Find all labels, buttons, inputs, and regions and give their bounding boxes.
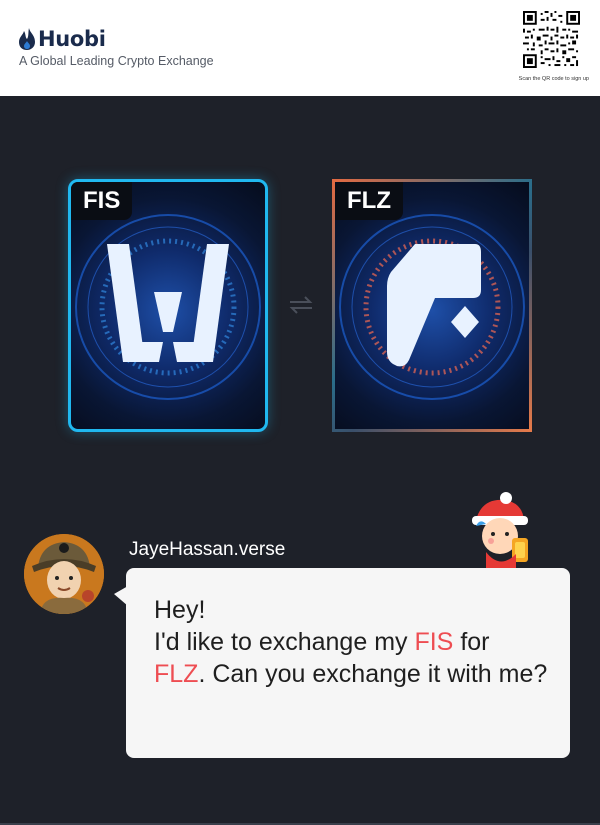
flz-token-card[interactable]: FLZ <box>332 179 532 432</box>
message-greeting: Hey! <box>154 596 206 624</box>
message-from-token: FIS <box>414 628 454 656</box>
fis-token-card[interactable]: FIS <box>68 179 268 432</box>
chat-message-bubble: Hey! I'd like to exchange my FIS for FLZ… <box>126 568 570 758</box>
chat-message-text: Hey! I'd like to exchange my FIS for FLZ… <box>154 594 554 690</box>
qr-code[interactable] <box>523 11 580 68</box>
chat-username: JayeHassan.verse <box>129 539 286 560</box>
user-avatar[interactable] <box>24 534 104 614</box>
message-part: I'd like to exchange my <box>154 628 415 656</box>
message-part: . Can you exchange it with me? <box>198 660 548 688</box>
message-to-token: FLZ <box>154 660 199 688</box>
header: Huobi A Global Leading Crypto Exchange S… <box>0 0 600 96</box>
main-panel: FIS FLZ JayeHassan.verse Hey! I'd like t… <box>0 96 600 825</box>
flz-label: FLZ <box>335 182 403 220</box>
fis-label: FIS <box>71 182 133 220</box>
santa-mascot-sticker <box>472 492 528 570</box>
message-part: for <box>453 628 490 656</box>
brand-name: Huobi <box>38 27 106 51</box>
swap-arrows-icon <box>289 296 313 314</box>
qr-caption: Scan the QR code to sign up <box>518 76 589 82</box>
huobi-logo[interactable]: Huobi <box>18 27 106 51</box>
tagline: A Global Leading Crypto Exchange <box>19 54 214 68</box>
flame-icon <box>19 28 35 50</box>
